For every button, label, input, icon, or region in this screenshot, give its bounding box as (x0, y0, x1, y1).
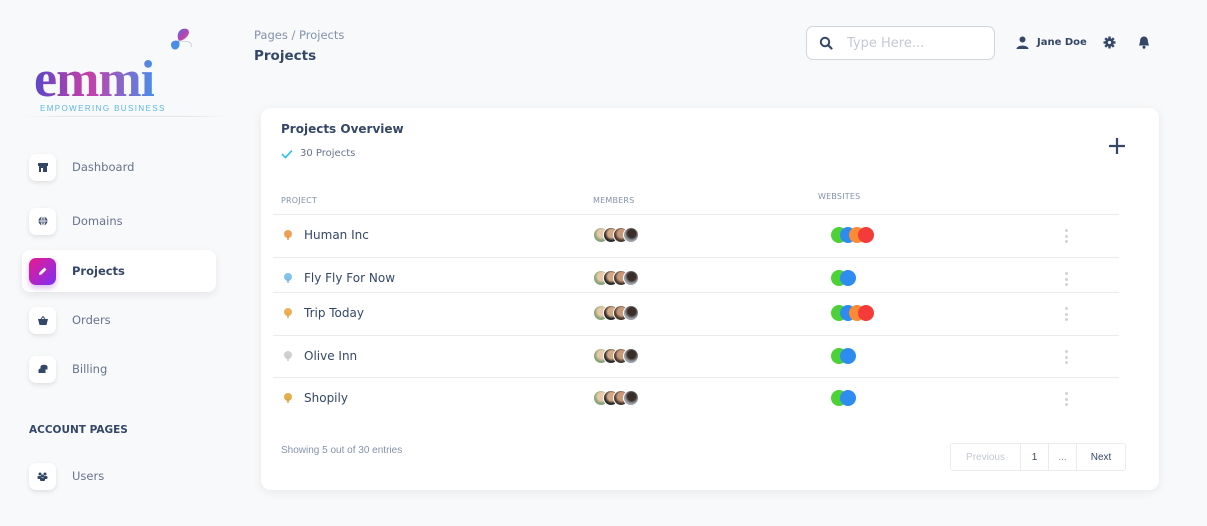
members-avatar-group (593, 390, 639, 406)
members-avatar-group (593, 270, 639, 286)
brand-name: emmi (34, 51, 155, 108)
globe-icon (29, 207, 56, 235)
sidebar-divider (22, 116, 228, 117)
sidebar-item-domains[interactable]: Domains (22, 200, 216, 242)
websites-group (831, 270, 856, 286)
table-row[interactable]: Fly Fly For Now (273, 257, 1119, 292)
sidebar-item-label: Users (72, 469, 105, 483)
pagination-ellipsis: ... (1049, 444, 1077, 470)
sidebar-item-label: Billing (72, 362, 108, 376)
column-header-websites: WEBSITES (818, 192, 861, 201)
check-icon (281, 149, 293, 159)
projects-count-label: 30 Projects (300, 148, 356, 159)
bell-icon[interactable] (1138, 36, 1150, 49)
section-title-account-pages: ACCOUNT PAGES (29, 424, 128, 436)
breadcrumb: Pages / Projects (254, 28, 345, 42)
row-more-options-icon[interactable] (1059, 305, 1073, 323)
sidebar-item-billing[interactable]: Billing (22, 348, 216, 390)
website-dot[interactable] (858, 305, 874, 321)
search-input[interactable] (847, 35, 987, 51)
search-box (806, 26, 995, 60)
page-title: Projects (254, 48, 317, 64)
row-more-options-icon[interactable] (1059, 390, 1073, 408)
table-row[interactable]: Trip Today (273, 292, 1119, 335)
table-row[interactable]: Human Inc (273, 214, 1119, 257)
row-more-options-icon[interactable] (1059, 348, 1073, 366)
sidebar-item-label: Orders (72, 313, 111, 327)
websites-group (831, 227, 874, 243)
pagination-previous-button[interactable]: Previous (951, 444, 1021, 470)
pagination: Previous 1 ... Next (950, 443, 1126, 471)
add-project-button[interactable] (1106, 135, 1128, 157)
project-name[interactable]: Shopily (304, 391, 348, 405)
brand-logo[interactable]: emmi EMPOWERING BUSINESS (20, 22, 230, 118)
sidebar-item-users[interactable]: Users (22, 455, 216, 497)
member-avatar[interactable] (623, 227, 639, 243)
website-dot[interactable] (840, 390, 856, 406)
basket-icon (29, 306, 56, 334)
table-row[interactable]: Shopily (273, 377, 1119, 419)
pagination-next-button[interactable]: Next (1077, 444, 1125, 470)
row-more-options-icon[interactable] (1059, 270, 1073, 288)
members-avatar-group (593, 227, 639, 243)
website-dot[interactable] (858, 227, 874, 243)
cart-icon (281, 391, 295, 405)
sidebar-item-dashboard[interactable]: Dashboard (22, 146, 216, 188)
user-icon (1016, 36, 1029, 49)
signpost-icon (281, 306, 295, 320)
website-dot[interactable] (840, 270, 856, 286)
sidebar-item-label: Domains (72, 214, 123, 228)
column-header-project: PROJECT (281, 196, 317, 205)
tree-icon (281, 228, 295, 242)
table-row[interactable]: Olive Inn (273, 335, 1119, 377)
column-header-members: MEMBERS (593, 196, 635, 205)
member-avatar[interactable] (623, 305, 639, 321)
project-name[interactable]: Trip Today (304, 306, 364, 320)
card-title: Projects Overview (281, 122, 404, 136)
projects-count: 30 Projects (281, 148, 355, 159)
project-name[interactable]: Human Inc (304, 228, 369, 242)
websites-group (831, 305, 874, 321)
brand-tagline: EMPOWERING BUSINESS (40, 104, 166, 113)
users-icon (29, 462, 56, 490)
pagination-page-1[interactable]: 1 (1021, 444, 1049, 470)
shop-icon (29, 153, 56, 181)
project-name[interactable]: Fly Fly For Now (304, 271, 395, 285)
pencil-icon (29, 257, 56, 285)
member-avatar[interactable] (623, 390, 639, 406)
sidebar-item-projects[interactable]: Projects (22, 250, 216, 292)
members-avatar-group (593, 305, 639, 321)
websites-group (831, 390, 856, 406)
gear-icon[interactable] (1103, 36, 1116, 49)
bird-icon (281, 271, 295, 285)
project-name[interactable]: Olive Inn (304, 349, 357, 363)
olive-icon (281, 349, 295, 363)
projects-card: Projects Overview 30 Projects PROJECT ME… (261, 108, 1159, 490)
member-avatar[interactable] (623, 348, 639, 364)
sidebar-item-orders[interactable]: Orders (22, 299, 216, 341)
sidebar-item-label: Dashboard (72, 160, 135, 174)
search-icon (819, 36, 833, 50)
sidebar-item-label: Projects (72, 264, 125, 278)
members-avatar-group (593, 348, 639, 364)
row-more-options-icon[interactable] (1059, 227, 1073, 245)
websites-group (831, 348, 856, 364)
member-avatar[interactable] (623, 270, 639, 286)
entries-summary: Showing 5 out of 30 entries (281, 445, 403, 456)
website-dot[interactable] (840, 348, 856, 364)
butterfly-icon (171, 28, 192, 50)
user-profile-link[interactable]: Jane Doe (1016, 36, 1087, 49)
user-name: Jane Doe (1037, 37, 1087, 48)
coins-icon (29, 355, 56, 383)
